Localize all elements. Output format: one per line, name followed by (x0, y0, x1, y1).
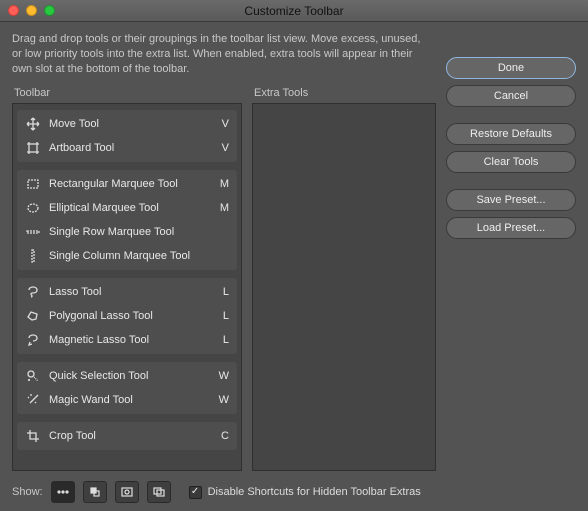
titlebar: Customize Toolbar (0, 0, 588, 22)
tool-group[interactable]: Lasso ToolLPolygonal Lasso ToolLMagnetic… (17, 278, 237, 354)
toolbar-column-label: Toolbar (12, 87, 242, 99)
tool-group[interactable]: Crop Tool C (17, 422, 237, 450)
close-button[interactable] (8, 5, 19, 16)
tool-row[interactable]: Elliptical Marquee Tool M (17, 196, 237, 220)
tool-shortcut: W (215, 370, 229, 382)
rect-marquee-icon (25, 176, 41, 192)
tool-label: Elliptical Marquee Tool (49, 202, 207, 214)
cancel-button[interactable]: Cancel (446, 85, 576, 107)
tool-row[interactable]: Single Row Marquee Tool (17, 220, 237, 244)
tool-row[interactable]: Crop Tool C (17, 424, 237, 448)
ellipse-marquee-icon (25, 200, 41, 216)
save-preset-button[interactable]: Save Preset... (446, 189, 576, 211)
tool-label: Rectangular Marquee Tool (49, 178, 207, 190)
window-title: Customize Toolbar (0, 4, 588, 18)
tool-shortcut: V (215, 118, 229, 130)
minimize-button[interactable] (26, 5, 37, 16)
tool-shortcut: C (215, 430, 229, 442)
tool-label: Quick Selection Tool (49, 370, 207, 382)
tool-label: Magnetic Lasso Tool (49, 334, 207, 346)
show-dots-button[interactable] (51, 481, 75, 503)
tool-label: Crop Tool (49, 430, 207, 442)
move-icon (25, 116, 41, 132)
disable-shortcuts-label: Disable Shortcuts for Hidden Toolbar Ext… (208, 486, 421, 498)
tool-label: Single Row Marquee Tool (49, 226, 207, 238)
tool-label: Magic Wand Tool (49, 394, 207, 406)
window-controls (8, 5, 55, 16)
tool-row[interactable]: Quick Selection Tool W (17, 364, 237, 388)
tool-row[interactable]: Artboard Tool V (17, 136, 237, 160)
zoom-button[interactable] (44, 5, 55, 16)
col-marquee-icon (25, 248, 41, 264)
show-label: Show: (12, 486, 43, 498)
wand-icon (25, 392, 41, 408)
quick-sel-icon (25, 368, 41, 384)
tool-shortcut: W (215, 394, 229, 406)
clear-tools-button[interactable]: Clear Tools (446, 151, 576, 173)
row-marquee-icon (25, 224, 41, 240)
tool-label: Move Tool (49, 118, 207, 130)
tool-group[interactable]: Quick Selection Tool W Magic Wand Tool W (17, 362, 237, 414)
show-screen-button[interactable] (147, 481, 171, 503)
done-button[interactable]: Done (446, 57, 576, 79)
tool-row[interactable]: Move Tool V (17, 112, 237, 136)
artboard-icon (25, 140, 41, 156)
tool-label: Polygonal Lasso Tool (49, 310, 207, 322)
extra-column-label: Extra Tools (252, 87, 436, 99)
tool-row[interactable]: Polygonal Lasso Tool L (17, 304, 237, 328)
tool-shortcut: L (215, 310, 229, 322)
tool-shortcut: M (215, 202, 229, 214)
mag-lasso-icon (25, 332, 41, 348)
tool-group[interactable]: Rectangular Marquee ToolMElliptical Marq… (17, 170, 237, 270)
show-swatch-button[interactable] (83, 481, 107, 503)
tool-row[interactable]: Magic Wand Tool W (17, 388, 237, 412)
tool-row[interactable]: Rectangular Marquee Tool M (17, 172, 237, 196)
load-preset-button[interactable]: Load Preset... (446, 217, 576, 239)
toolbar-list[interactable]: Move Tool V Artboard Tool V Rectangular Marq… (12, 103, 242, 471)
tool-row[interactable]: Magnetic Lasso Tool L (17, 328, 237, 352)
tool-shortcut: L (215, 286, 229, 298)
footer: Show: Disable Shortcuts for Hidden Toolb… (12, 471, 576, 503)
disable-shortcuts-checkbox[interactable] (189, 486, 202, 499)
restore-defaults-button[interactable]: Restore Defaults (446, 123, 576, 145)
tool-row[interactable]: Lasso Tool L (17, 280, 237, 304)
poly-lasso-icon (25, 308, 41, 324)
show-mask-button[interactable] (115, 481, 139, 503)
tool-shortcut: V (215, 142, 229, 154)
tool-group[interactable]: Move Tool V Artboard Tool V (17, 110, 237, 162)
tool-shortcut: L (215, 334, 229, 346)
tool-label: Lasso Tool (49, 286, 207, 298)
tool-label: Single Column Marquee Tool (49, 250, 207, 262)
tool-row[interactable]: Single Column Marquee Tool (17, 244, 237, 268)
lasso-icon (25, 284, 41, 300)
crop-icon (25, 428, 41, 444)
tool-shortcut: M (215, 178, 229, 190)
extra-tools-list[interactable] (252, 103, 436, 471)
tool-label: Artboard Tool (49, 142, 207, 154)
